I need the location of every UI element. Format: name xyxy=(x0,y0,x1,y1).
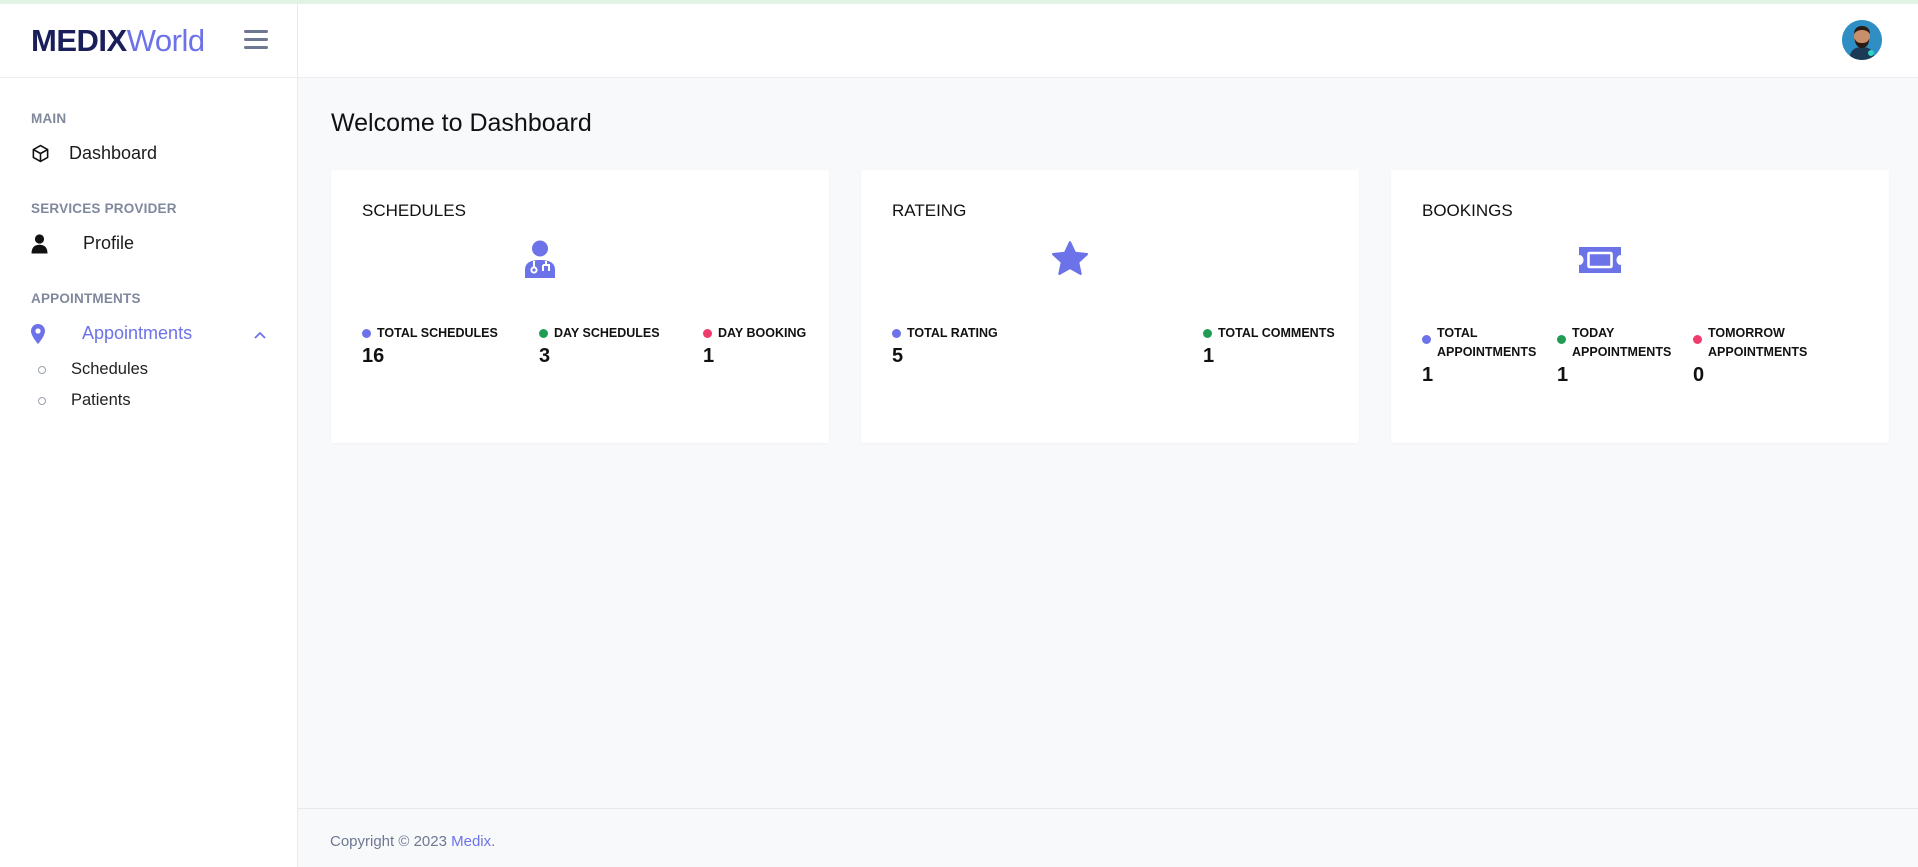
stat-label: DAY SCHEDULES xyxy=(554,326,660,340)
page-title: Welcome to Dashboard xyxy=(331,109,592,137)
stat-total-appointments: TOTAL APPOINTMENTS 1 xyxy=(1422,324,1536,387)
stat-label-line1: TOTAL xyxy=(1437,326,1478,340)
stat-value: 1 xyxy=(1557,364,1569,386)
stat-day-schedules: DAY SCHEDULES 3 xyxy=(539,324,660,368)
location-pin-icon xyxy=(31,323,45,344)
section-main: MAIN xyxy=(31,111,67,126)
brand-bar: MEDIXWorld xyxy=(0,4,297,78)
status-dot xyxy=(539,329,548,338)
sidebar-subitem-label: Schedules xyxy=(71,360,149,378)
sidebar-item-profile[interactable]: Profile xyxy=(31,233,134,254)
avatar-icon xyxy=(1842,20,1882,60)
footer: Copyright © 2023 Medix. xyxy=(298,808,1918,867)
user-avatar[interactable] xyxy=(1842,20,1882,60)
sidebar: MEDIXWorld MAIN Dashboard SERVICES PROVI… xyxy=(0,4,298,867)
bookings-card: BOOKINGS TOTAL APPOINTMENTS 1 TODAY APPOIN… xyxy=(1391,170,1889,443)
stat-value: 0 xyxy=(1693,364,1705,386)
stat-label-line2: APPOINTMENTS xyxy=(1437,345,1537,359)
status-dot xyxy=(703,329,712,338)
section-appointments: APPOINTMENTS xyxy=(31,291,141,306)
stat-label-line2: APPOINTMENTS xyxy=(1708,345,1808,359)
logo-strong: MEDIX xyxy=(31,22,127,58)
status-dot xyxy=(1422,335,1431,344)
sidebar-item-appointments[interactable]: Appointments xyxy=(31,323,266,344)
sidebar-item-label: Appointments xyxy=(82,323,193,343)
stat-label: TOTAL COMMENTS xyxy=(1218,326,1335,340)
card-title: SCHEDULES xyxy=(362,201,466,220)
status-dot xyxy=(1203,329,1212,338)
stat-value: 1 xyxy=(1203,345,1215,367)
stat-value: 5 xyxy=(892,345,904,367)
doctor-icon xyxy=(525,240,555,278)
stat-label-line1: TODAY xyxy=(1572,326,1615,340)
sidebar-subitem-patients[interactable]: Patients xyxy=(38,391,131,410)
stat-value: 1 xyxy=(1422,364,1434,386)
stat-label-line2: APPOINTMENTS xyxy=(1572,345,1672,359)
status-dot xyxy=(362,329,371,338)
stat-label-line1: TOMORROW xyxy=(1708,326,1785,340)
stat-today-appointments: TODAY APPOINTMENTS 1 xyxy=(1557,324,1671,387)
stat-label: TOTAL SCHEDULES xyxy=(377,326,498,340)
stat-total-comments: TOTAL COMMENTS 1 xyxy=(1203,324,1335,368)
status-dot xyxy=(1693,335,1702,344)
sidebar-subitem-schedules[interactable]: Schedules xyxy=(38,360,148,379)
stat-total-schedules: TOTAL SCHEDULES 16 xyxy=(362,324,498,368)
sidebar-item-label: Dashboard xyxy=(69,143,158,163)
section-services-provider: SERVICES PROVIDER xyxy=(31,201,177,216)
star-icon xyxy=(1051,241,1088,275)
stat-tomorrow-appointments: TOMORROW APPOINTMENTS 0 xyxy=(1693,324,1807,387)
sidebar-item-label: Profile xyxy=(83,233,135,253)
card-title: BOOKINGS xyxy=(1422,201,1513,220)
sidebar-subitem-label: Patients xyxy=(71,391,131,409)
copyright-text: Copyright © 2023 Medix. xyxy=(330,833,496,850)
rating-card: RATEING TOTAL RATING 5 TOTAL COMMENTS 1 xyxy=(861,170,1359,443)
stat-label: TOTAL RATING xyxy=(907,326,998,340)
logo-light: World xyxy=(126,22,205,58)
schedules-card: SCHEDULES TOTAL SCHEDULES 16 DAY SCHEDUL… xyxy=(331,170,829,443)
ticket-icon xyxy=(1579,247,1621,273)
stat-label: DAY BOOKING xyxy=(718,326,807,340)
bullet-icon xyxy=(38,365,46,374)
bullet-icon xyxy=(38,396,46,405)
user-icon xyxy=(31,233,48,253)
sidebar-item-dashboard[interactable]: Dashboard xyxy=(31,143,157,164)
status-dot xyxy=(1557,335,1566,344)
chevron-up-icon[interactable] xyxy=(254,331,266,339)
stat-total-rating: TOTAL RATING 5 xyxy=(892,324,998,368)
status-dot xyxy=(892,329,901,338)
stat-value: 3 xyxy=(539,345,551,367)
stat-value: 16 xyxy=(362,345,385,367)
stat-day-booking: DAY BOOKING 1 xyxy=(703,324,806,368)
card-title: RATEING xyxy=(892,201,967,220)
stat-value: 1 xyxy=(703,345,715,367)
footer-link-medix[interactable]: Medix xyxy=(451,833,491,850)
cube-icon xyxy=(32,144,49,163)
menu-toggle-icon[interactable] xyxy=(244,30,268,50)
topbar xyxy=(298,4,1918,78)
logo[interactable]: MEDIXWorld xyxy=(31,23,205,59)
